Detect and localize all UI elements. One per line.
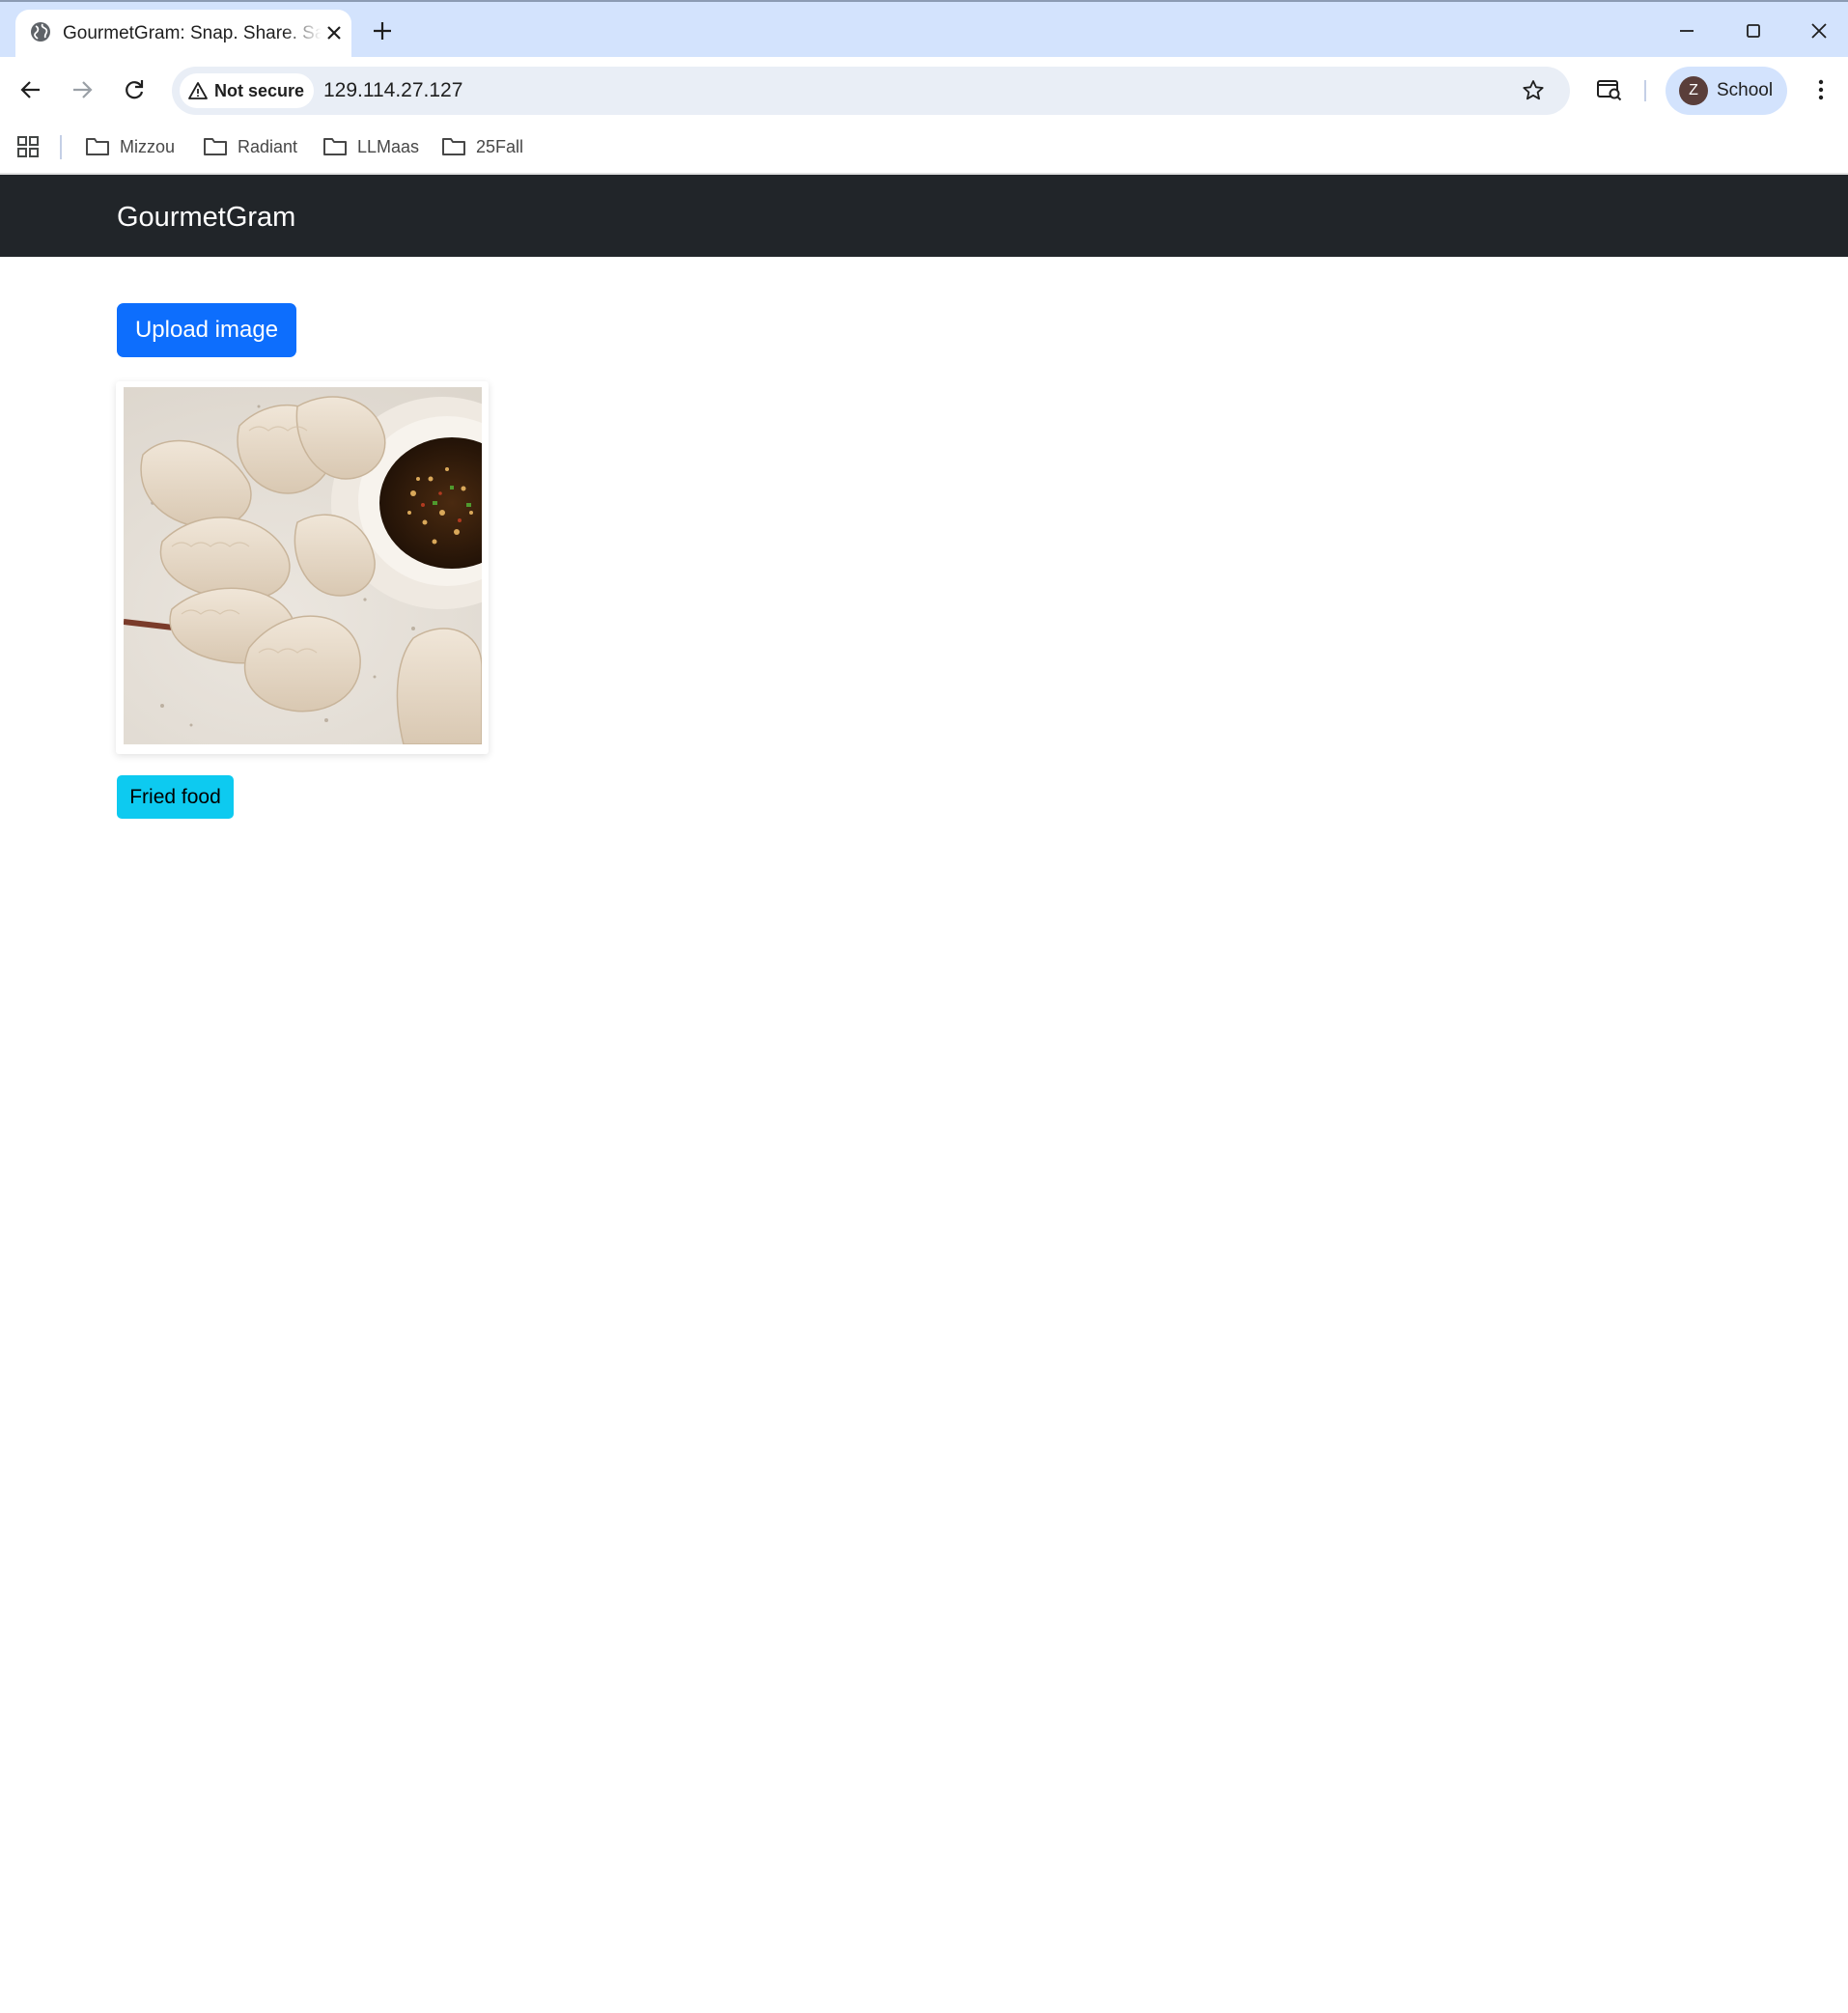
security-chip[interactable]: Not secure xyxy=(180,73,315,108)
folder-icon xyxy=(442,138,465,155)
forward-icon[interactable] xyxy=(65,72,99,107)
minimize-icon[interactable] xyxy=(1671,15,1702,46)
browser-tab-strip: GourmetGram: Snap. Share. Savor. xyxy=(0,0,1848,59)
folder-icon xyxy=(86,138,109,155)
star-icon[interactable] xyxy=(1520,77,1547,104)
bookmark-folder-radiant[interactable]: Radiant xyxy=(203,132,297,161)
security-label: Not secure xyxy=(214,80,305,100)
bookmark-folder-llmaas[interactable]: LLMaas xyxy=(322,132,419,161)
folder-icon xyxy=(323,138,347,155)
bookmark-label: Radiant xyxy=(238,136,298,156)
bookmarks-divider xyxy=(60,135,62,159)
bookmark-label: LLMaas xyxy=(357,136,420,156)
site-navbar: GourmetGram xyxy=(0,175,1848,257)
profile-button[interactable]: Z School xyxy=(1666,67,1787,115)
profile-name: School xyxy=(1717,80,1774,100)
navbar-brand[interactable]: GourmetGram xyxy=(117,200,295,235)
address-bar[interactable]: Not secure 129.114.27.127 xyxy=(172,67,1570,115)
maximize-icon[interactable] xyxy=(1738,15,1769,46)
apps-icon[interactable] xyxy=(15,134,41,159)
bookmark-folder-25fall[interactable]: 25Fall xyxy=(441,132,523,161)
upload-image-button[interactable]: Upload image xyxy=(117,303,296,357)
toolbar-divider xyxy=(1644,80,1646,101)
globe-icon xyxy=(31,22,50,42)
bookmark-folder-mizzou[interactable]: Mizzou xyxy=(85,132,175,161)
warning-icon xyxy=(188,82,208,99)
image-card xyxy=(116,381,489,754)
back-icon[interactable] xyxy=(14,72,48,107)
search-tabs-icon[interactable] xyxy=(1592,72,1627,107)
dumplings-photo xyxy=(124,387,482,744)
window-close-icon[interactable] xyxy=(1804,15,1834,46)
bookmark-label: 25Fall xyxy=(476,136,524,156)
image-tag-badge: Fried food xyxy=(117,775,234,819)
folder-icon xyxy=(204,138,227,155)
avatar: Z xyxy=(1679,76,1708,105)
close-icon[interactable] xyxy=(322,21,346,44)
more-vert-icon[interactable] xyxy=(1804,72,1838,107)
reload-icon[interactable] xyxy=(117,72,152,107)
url-text[interactable]: 129.114.27.127 xyxy=(323,78,462,103)
browser-toolbar: Not secure 129.114.27.127 Z School xyxy=(0,57,1848,123)
browser-tab[interactable]: GourmetGram: Snap. Share. Savor. xyxy=(15,10,351,59)
plus-icon[interactable] xyxy=(369,17,396,44)
tab-title: GourmetGram: Snap. Share. Savor. xyxy=(63,23,322,43)
bookmarks-bar: Mizzou Radiant LLMaas 25Fall xyxy=(0,123,1848,175)
bookmark-label: Mizzou xyxy=(120,136,176,156)
